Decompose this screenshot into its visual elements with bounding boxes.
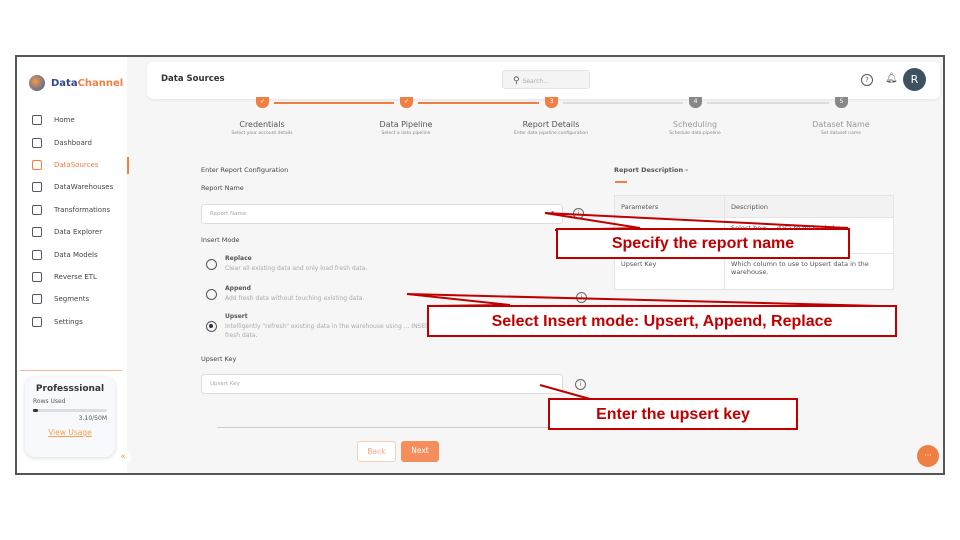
annotation-insert-mode: Select Insert mode: Upsert, Append, Repl… bbox=[427, 305, 897, 337]
annotation-report-name: Specify the report name bbox=[556, 228, 850, 259]
annotation-lines bbox=[406, 212, 881, 401]
annotation-upsert-key: Enter the upsert key bbox=[548, 398, 798, 430]
